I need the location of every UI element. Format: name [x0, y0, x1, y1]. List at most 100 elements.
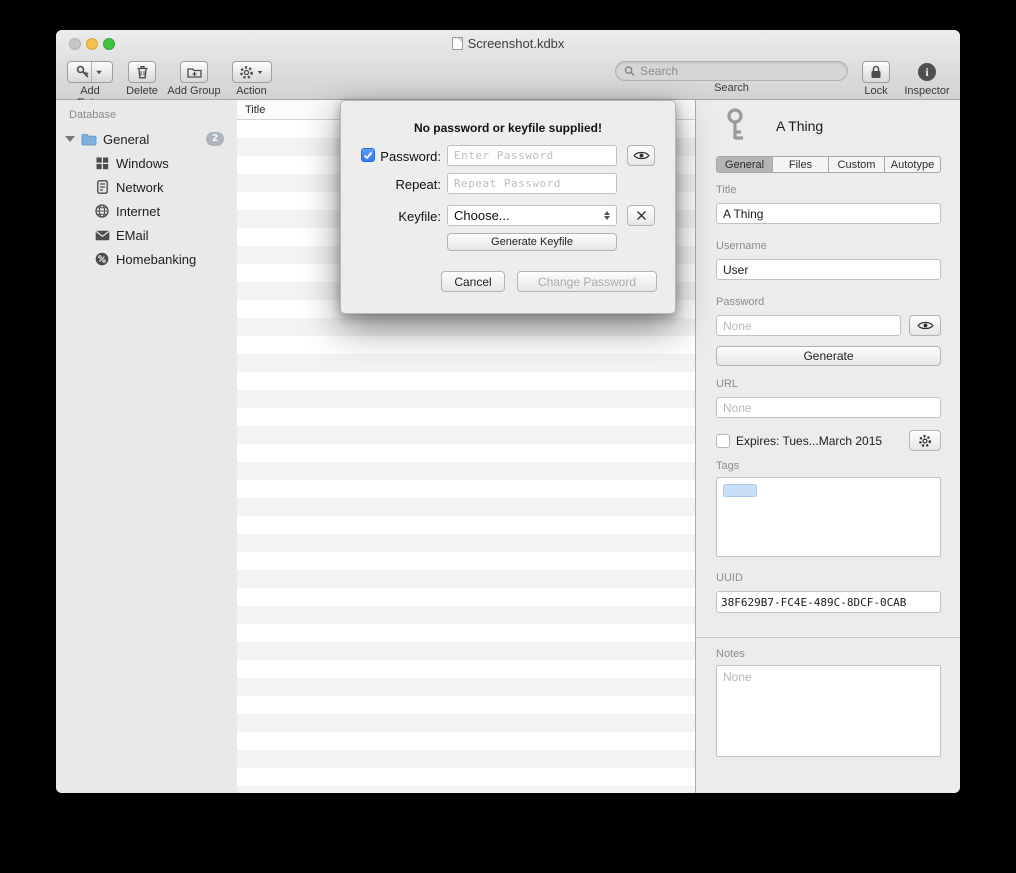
- disclosure-triangle-icon[interactable]: [65, 136, 75, 142]
- sidebar-item-homebanking[interactable]: Homebanking: [56, 247, 237, 271]
- change-password-button[interactable]: Change Password: [517, 271, 657, 292]
- sidebar-item-label: Windows: [116, 156, 169, 171]
- inspector-label: Inspector: [901, 85, 953, 97]
- search-input[interactable]: [640, 64, 839, 78]
- url-field[interactable]: [716, 397, 941, 418]
- zoom-button[interactable]: [103, 38, 115, 50]
- toolbar-lock: Lock: [856, 61, 896, 97]
- tab-autotype[interactable]: Autotype: [885, 157, 940, 172]
- sidebar-item-email[interactable]: EMail: [56, 223, 237, 247]
- password-label: Password: [716, 296, 764, 308]
- add-group-label: Add Group: [165, 85, 223, 97]
- action-label: Action: [230, 85, 273, 97]
- search-field[interactable]: [615, 61, 848, 81]
- expires-options-button[interactable]: [909, 430, 941, 451]
- username-label: Username: [716, 240, 767, 252]
- app-window: Screenshot.kdbx Add Entry Delete: [56, 30, 960, 793]
- column-header-title[interactable]: Title: [245, 100, 265, 120]
- sidebar-item-windows[interactable]: Windows: [56, 151, 237, 175]
- gear-icon: [918, 434, 932, 448]
- generate-password-button[interactable]: Generate: [716, 346, 941, 366]
- delete-button[interactable]: [128, 61, 156, 83]
- url-label: URL: [716, 378, 738, 390]
- clear-keyfile-button[interactable]: [627, 205, 655, 226]
- cancel-button[interactable]: Cancel: [441, 271, 505, 292]
- chevron-down-icon: [258, 71, 263, 74]
- window-chrome: Screenshot.kdbx Add Entry Delete: [56, 30, 960, 100]
- tab-files[interactable]: Files: [773, 157, 829, 172]
- sidebar-item-network[interactable]: Network: [56, 175, 237, 199]
- expires-row: Expires: Tues...March 2015: [716, 431, 941, 451]
- titlebar: Screenshot.kdbx: [56, 30, 960, 57]
- uuid-field[interactable]: [716, 591, 941, 613]
- trash-icon: [136, 65, 149, 79]
- close-button[interactable]: [69, 38, 81, 50]
- key-icon: [720, 108, 750, 147]
- dialog-password-input[interactable]: [447, 145, 617, 166]
- chevron-down-icon: [96, 70, 102, 74]
- folder-plus-icon: [187, 66, 202, 79]
- action-button[interactable]: [232, 61, 272, 83]
- inspector-button[interactable]: i: [918, 61, 936, 83]
- keyfile-select[interactable]: Choose...: [447, 205, 617, 226]
- entry-title: A Thing: [776, 118, 823, 134]
- expires-checkbox[interactable]: [716, 434, 730, 448]
- windows-icon: [94, 155, 110, 171]
- sidebar-item-internet[interactable]: Internet: [56, 199, 237, 223]
- sidebar-header: Database: [56, 100, 237, 127]
- lock-label: Lock: [856, 85, 896, 97]
- search-label: Search: [615, 82, 848, 94]
- delete-label: Delete: [125, 85, 159, 97]
- network-icon: [94, 179, 110, 195]
- tab-general[interactable]: General: [717, 157, 773, 172]
- title-label: Title: [716, 184, 736, 196]
- tags-box[interactable]: [716, 477, 941, 557]
- tags-label: Tags: [716, 460, 739, 472]
- notes-placeholder: None: [723, 670, 752, 684]
- add-entry-button[interactable]: [67, 61, 113, 83]
- eye-icon: [633, 150, 650, 161]
- toolbar-search: Search: [615, 57, 848, 94]
- notes-label: Notes: [716, 648, 745, 660]
- folder-icon: [81, 131, 97, 147]
- add-group-button[interactable]: [180, 61, 208, 83]
- eye-icon: [917, 320, 934, 331]
- notes-field[interactable]: None: [716, 665, 941, 757]
- sidebar-item-label: General: [103, 132, 149, 147]
- dialog-repeat-label: Repeat:: [345, 177, 441, 192]
- info-icon: i: [918, 63, 936, 81]
- toolbar: Add Entry Delete Add Group Action: [56, 57, 960, 100]
- title-field[interactable]: [716, 203, 941, 224]
- sidebar-item-label: Network: [116, 180, 164, 195]
- generate-keyfile-button[interactable]: Generate Keyfile: [447, 233, 617, 251]
- dialog-repeat-input[interactable]: [447, 173, 617, 194]
- sidebar-item-general[interactable]: General 2: [56, 127, 237, 151]
- expires-label: Expires: Tues...March 2015: [736, 434, 882, 448]
- password-field[interactable]: [716, 315, 901, 336]
- uuid-label: UUID: [716, 572, 743, 584]
- globe-icon: [94, 203, 110, 219]
- sidebar-item-label: Internet: [116, 204, 160, 219]
- document-icon: [452, 37, 463, 50]
- reveal-password-button[interactable]: [909, 315, 941, 336]
- inspector-panel: A Thing General Files Custom Autotype Ti…: [695, 100, 960, 793]
- change-password-dialog: No password or keyfile supplied! Passwor…: [340, 100, 676, 314]
- dialog-message: No password or keyfile supplied!: [341, 121, 675, 135]
- window-title-text: Screenshot.kdbx: [468, 36, 565, 51]
- key-icon: [75, 64, 91, 80]
- window-title: Screenshot.kdbx: [56, 30, 960, 57]
- stepper-icon: [604, 211, 610, 220]
- tab-custom[interactable]: Custom: [829, 157, 885, 172]
- dialog-password-label: Password:: [345, 149, 441, 164]
- search-icon: [624, 65, 635, 77]
- dialog-reveal-password-button[interactable]: [627, 145, 655, 166]
- lock-button[interactable]: [862, 61, 890, 83]
- keyfile-select-value: Choose...: [454, 208, 510, 223]
- username-field[interactable]: [716, 259, 941, 280]
- minimize-button[interactable]: [86, 38, 98, 50]
- dialog-keyfile-label: Keyfile:: [345, 209, 441, 224]
- gear-icon: [239, 65, 254, 80]
- close-icon: [636, 210, 647, 221]
- add-entry-dropdown[interactable]: [92, 70, 106, 75]
- tag-pill[interactable]: [723, 484, 757, 497]
